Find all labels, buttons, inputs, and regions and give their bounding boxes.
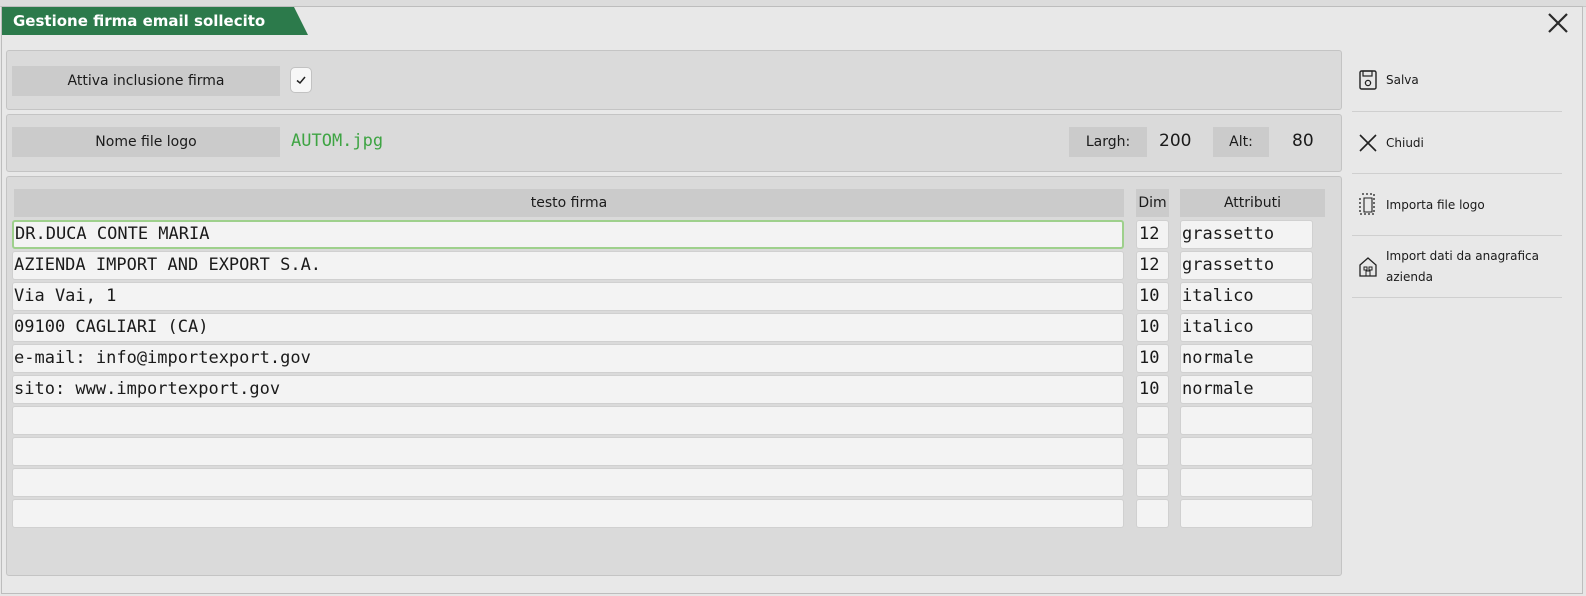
close-label: Chiudi — [1386, 136, 1424, 150]
signature-attr-cell[interactable] — [1180, 499, 1313, 528]
import-logo-button[interactable]: Importa file logo — [1352, 174, 1562, 236]
signature-text-cell[interactable]: DR.DUCA CONTE MARIA — [12, 220, 1124, 249]
signature-attr-cell[interactable]: italico — [1180, 313, 1313, 342]
save-icon — [1358, 69, 1378, 94]
signature-attr-cell[interactable] — [1180, 406, 1313, 435]
import-file-icon — [1358, 193, 1378, 220]
header-dim: Dim — [1136, 189, 1169, 217]
width-label: Largh: — [1069, 127, 1147, 157]
signature-text-cell[interactable]: Via Vai, 1 — [12, 282, 1124, 311]
signature-text-cell[interactable]: AZIENDA IMPORT AND EXPORT S.A. — [12, 251, 1124, 280]
import-logo-label: Importa file logo — [1386, 198, 1485, 212]
company-building-icon — [1358, 256, 1378, 281]
logo-file-value[interactable]: AUTOM.jpg — [291, 131, 383, 151]
signature-dim-cell[interactable]: 10 — [1136, 344, 1169, 373]
signature-dim-cell[interactable]: 12 — [1136, 251, 1169, 280]
signature-dim-cell[interactable]: 12 — [1136, 220, 1169, 249]
signature-attr-cell[interactable]: normale — [1180, 344, 1313, 373]
signature-dim-cell[interactable]: 10 — [1136, 282, 1169, 311]
signature-dim-cell[interactable] — [1136, 406, 1169, 435]
signature-attr-cell[interactable]: grassetto — [1180, 251, 1313, 280]
signature-dim-cell[interactable]: 10 — [1136, 375, 1169, 404]
signature-attr-cell[interactable] — [1180, 468, 1313, 497]
include-label: Attiva inclusione firma — [12, 66, 280, 96]
close-button[interactable]: Chiudi — [1352, 112, 1562, 174]
include-checkbox[interactable] — [290, 67, 312, 93]
signature-text-cell[interactable]: 09100 CAGLIARI (CA) — [12, 313, 1124, 342]
save-label: Salva — [1386, 73, 1419, 87]
header-testo-firma: testo firma — [14, 189, 1124, 217]
import-company-data-button[interactable]: Import dati da anagrafica azienda — [1352, 236, 1562, 298]
height-value[interactable]: 80 — [1292, 131, 1314, 151]
signature-dim-cell[interactable]: 10 — [1136, 313, 1169, 342]
logo-file-label: Nome file logo — [12, 127, 280, 157]
signature-text-cell[interactable]: sito: www.importexport.gov — [12, 375, 1124, 404]
check-icon — [296, 76, 306, 85]
import-company-label-line1: Import dati da anagrafica — [1386, 249, 1539, 263]
signature-text-cell[interactable] — [12, 468, 1124, 497]
signature-dim-cell[interactable] — [1136, 468, 1169, 497]
signature-dim-cell[interactable] — [1136, 499, 1169, 528]
save-button[interactable]: Salva — [1352, 50, 1562, 112]
signature-attr-cell[interactable]: grassetto — [1180, 220, 1313, 249]
signature-attr-cell[interactable]: italico — [1180, 282, 1313, 311]
window-title: Gestione firma email sollecito — [2, 7, 308, 35]
signature-text-cell[interactable] — [12, 406, 1124, 435]
signature-text-cell[interactable] — [12, 499, 1124, 528]
signature-text-cell[interactable] — [12, 437, 1124, 466]
import-company-label-line2: azienda — [1386, 270, 1433, 284]
signature-dim-cell[interactable] — [1136, 437, 1169, 466]
window-close-icon[interactable] — [1546, 11, 1570, 35]
width-value[interactable]: 200 — [1159, 131, 1191, 151]
signature-attr-cell[interactable] — [1180, 437, 1313, 466]
height-label: Alt: — [1213, 127, 1269, 157]
signature-attr-cell[interactable]: normale — [1180, 375, 1313, 404]
close-icon — [1358, 133, 1378, 156]
signature-text-cell[interactable]: e-mail: info@importexport.gov — [12, 344, 1124, 373]
header-attributi: Attributi — [1180, 189, 1325, 217]
